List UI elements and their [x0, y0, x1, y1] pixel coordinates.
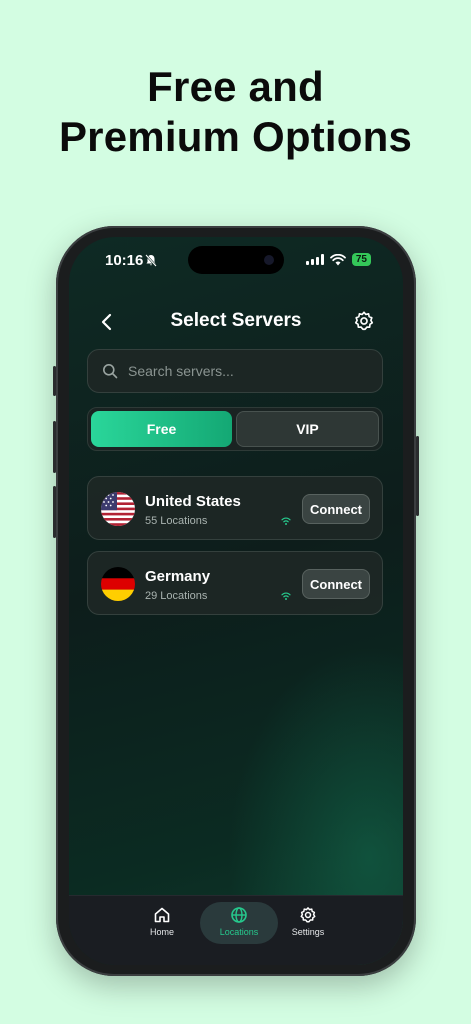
- globe-icon: [231, 907, 247, 923]
- tab-vip[interactable]: VIP: [236, 411, 379, 447]
- server-location-count: 29 Locations: [145, 590, 208, 602]
- mute-switch: [53, 366, 56, 396]
- headline-line-1: Free and: [147, 63, 324, 110]
- tabbar-label-locations: Locations: [219, 927, 259, 937]
- status-indicators: 75: [305, 253, 371, 266]
- server-location-count: 55 Locations: [145, 515, 208, 527]
- tabbar-item-locations[interactable]: Locations: [200, 902, 278, 944]
- germany-flag-icon: [101, 567, 135, 601]
- server-card-germany[interactable]: Germany 29 Locations Connect: [87, 551, 383, 615]
- cellular-signal-icon: [305, 254, 324, 265]
- marketing-headline: Free and Premium Options: [0, 62, 471, 162]
- tabbar-item-settings[interactable]: Settings: [273, 902, 343, 944]
- tabbar-label-home: Home: [149, 927, 174, 937]
- tier-segmented-control: Free VIP: [87, 407, 383, 451]
- server-country-name: Germany: [145, 568, 211, 585]
- server-country-name: United States: [145, 493, 241, 510]
- status-time: 10:16: [105, 252, 144, 269]
- tabbar-label-settings: Settings: [291, 927, 325, 937]
- connect-button-united-states[interactable]: Connect: [302, 494, 370, 524]
- search-bar[interactable]: [87, 349, 383, 393]
- bottom-tab-bar: Home Locations Settings: [69, 895, 403, 965]
- app-screen: 10:16 75 Select Servers Search servers..…: [69, 237, 403, 965]
- tabbar-item-home[interactable]: Home: [127, 902, 197, 944]
- connect-button-germany[interactable]: Connect: [302, 569, 370, 599]
- gear-icon: [300, 907, 316, 923]
- battery-indicator: 75: [351, 253, 371, 266]
- volume-down-button: [53, 486, 56, 538]
- signal-strength-icon: [281, 517, 291, 525]
- phone-frame: 10:16 75 Select Servers Search servers..…: [53, 226, 419, 976]
- signal-strength-icon: [281, 592, 291, 600]
- settings-gear-icon[interactable]: [353, 310, 375, 332]
- volume-up-button: [53, 421, 56, 473]
- power-button: [416, 436, 419, 516]
- search-icon: [103, 364, 118, 379]
- us-flag-icon: [101, 492, 135, 526]
- camera-icon: [264, 255, 274, 265]
- tab-free[interactable]: Free: [91, 411, 232, 447]
- wifi-icon: [329, 253, 346, 265]
- home-icon: [154, 907, 170, 923]
- server-card-united-states[interactable]: United States 55 Locations Connect: [87, 476, 383, 540]
- dynamic-island: [188, 246, 284, 274]
- headline-line-2: Premium Options: [58, 113, 413, 160]
- search-input[interactable]: [128, 363, 368, 379]
- bell-muted-icon: [145, 254, 157, 267]
